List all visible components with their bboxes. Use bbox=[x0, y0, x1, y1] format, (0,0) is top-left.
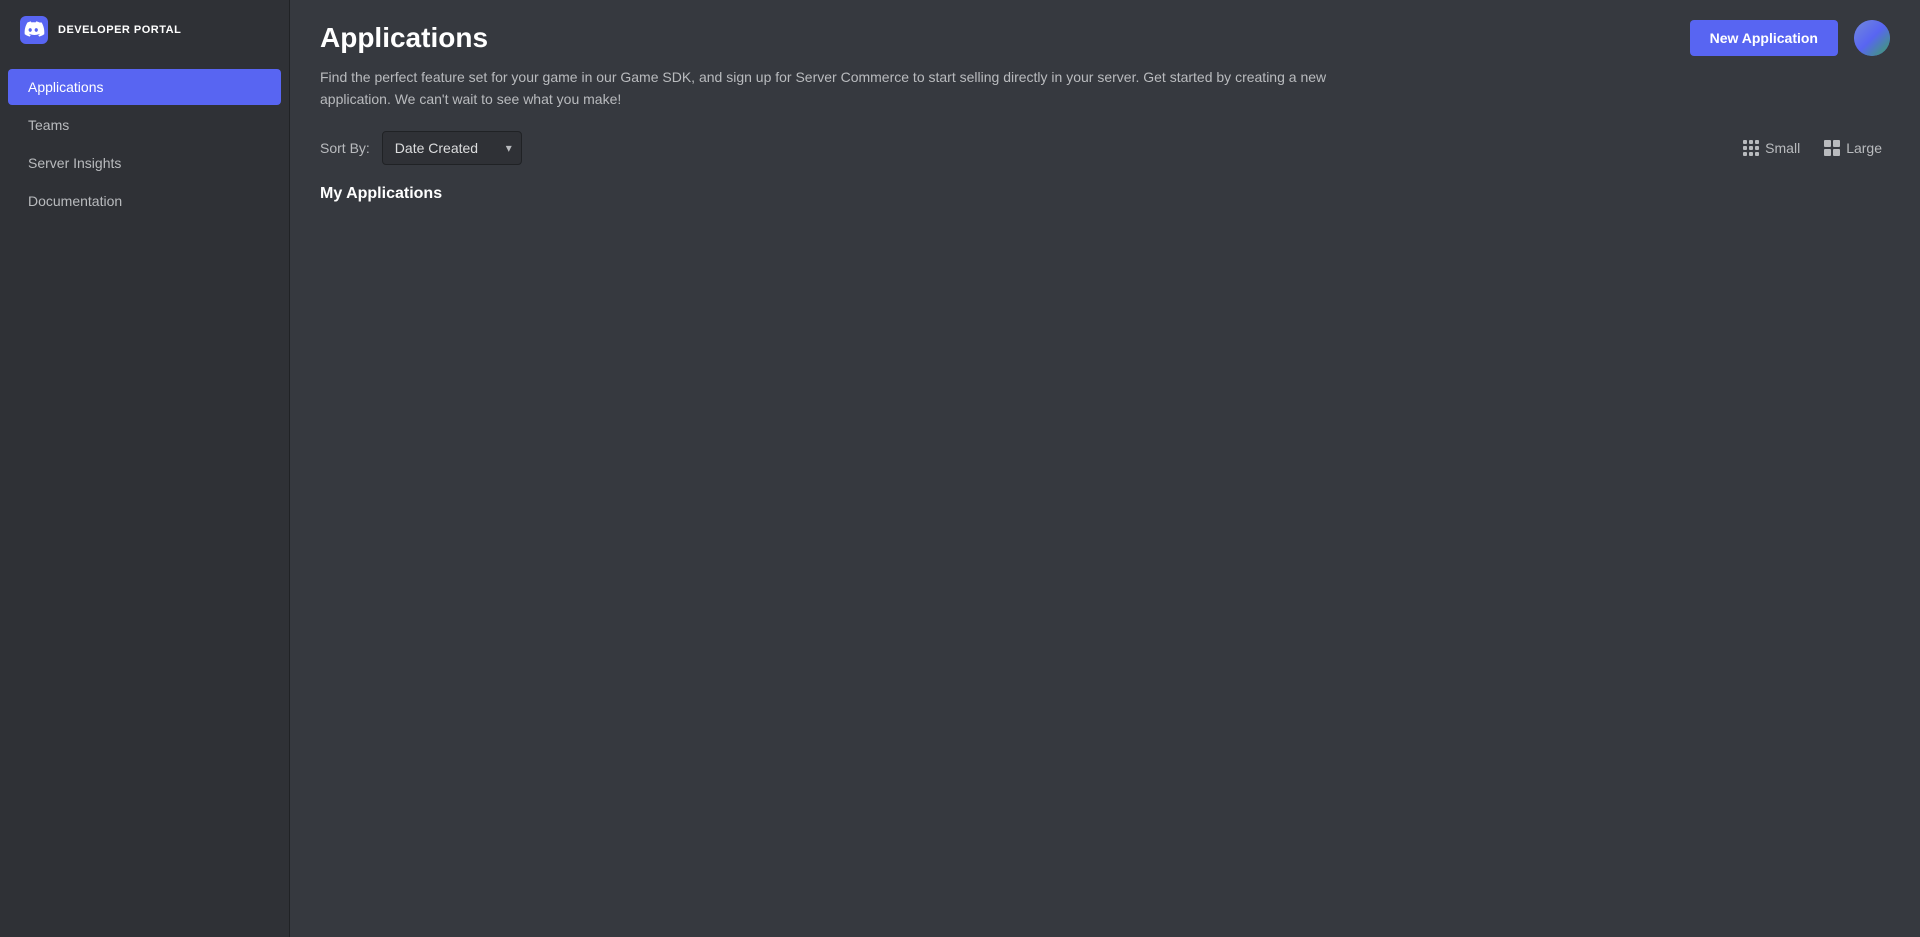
sidebar-item-server-insights-label: Server Insights bbox=[28, 155, 121, 171]
view-toggle: Small Large bbox=[1735, 136, 1890, 160]
view-small-label: Small bbox=[1765, 140, 1800, 156]
avatar-image bbox=[1854, 20, 1890, 56]
sort-by-container: Sort By: Date Created Name bbox=[320, 131, 522, 165]
sidebar-item-documentation[interactable]: Documentation bbox=[8, 183, 281, 219]
view-small-button[interactable]: Small bbox=[1735, 136, 1808, 160]
sidebar: DEVELOPER PORTAL Applications Teams Serv… bbox=[0, 0, 290, 937]
view-large-label: Large bbox=[1846, 140, 1882, 156]
discord-logo-icon bbox=[20, 16, 48, 44]
toolbar: Sort By: Date Created Name Small bbox=[290, 131, 1920, 185]
large-grid-icon bbox=[1824, 140, 1840, 156]
sidebar-item-server-insights[interactable]: Server Insights bbox=[8, 145, 281, 181]
sidebar-item-applications[interactable]: Applications bbox=[8, 69, 281, 105]
sidebar-item-documentation-label: Documentation bbox=[28, 193, 122, 209]
sidebar-item-teams-label: Teams bbox=[28, 117, 69, 133]
sidebar-item-teams[interactable]: Teams bbox=[8, 107, 281, 143]
description-text: Find the perfect feature set for your ga… bbox=[290, 66, 1390, 131]
user-avatar[interactable] bbox=[1854, 20, 1890, 56]
small-grid-icon bbox=[1743, 140, 1759, 156]
applications-list bbox=[290, 223, 1920, 937]
sidebar-item-applications-label: Applications bbox=[28, 79, 104, 95]
main-header: Applications New Application bbox=[290, 0, 1920, 66]
my-applications-title: My Applications bbox=[290, 185, 1920, 223]
sidebar-logo[interactable]: DEVELOPER PORTAL bbox=[0, 0, 289, 60]
page-title: Applications bbox=[320, 22, 488, 54]
portal-name: DEVELOPER PORTAL bbox=[58, 24, 181, 36]
sort-by-select[interactable]: Date Created Name bbox=[382, 131, 522, 165]
sort-by-label: Sort By: bbox=[320, 140, 370, 156]
header-right: New Application bbox=[1690, 20, 1890, 56]
view-large-button[interactable]: Large bbox=[1816, 136, 1890, 160]
main-content: Applications New Application Find the pe… bbox=[290, 0, 1920, 937]
new-application-button[interactable]: New Application bbox=[1690, 20, 1838, 56]
sidebar-navigation: Applications Teams Server Insights Docum… bbox=[0, 60, 289, 228]
sort-by-select-wrapper: Date Created Name bbox=[382, 131, 522, 165]
